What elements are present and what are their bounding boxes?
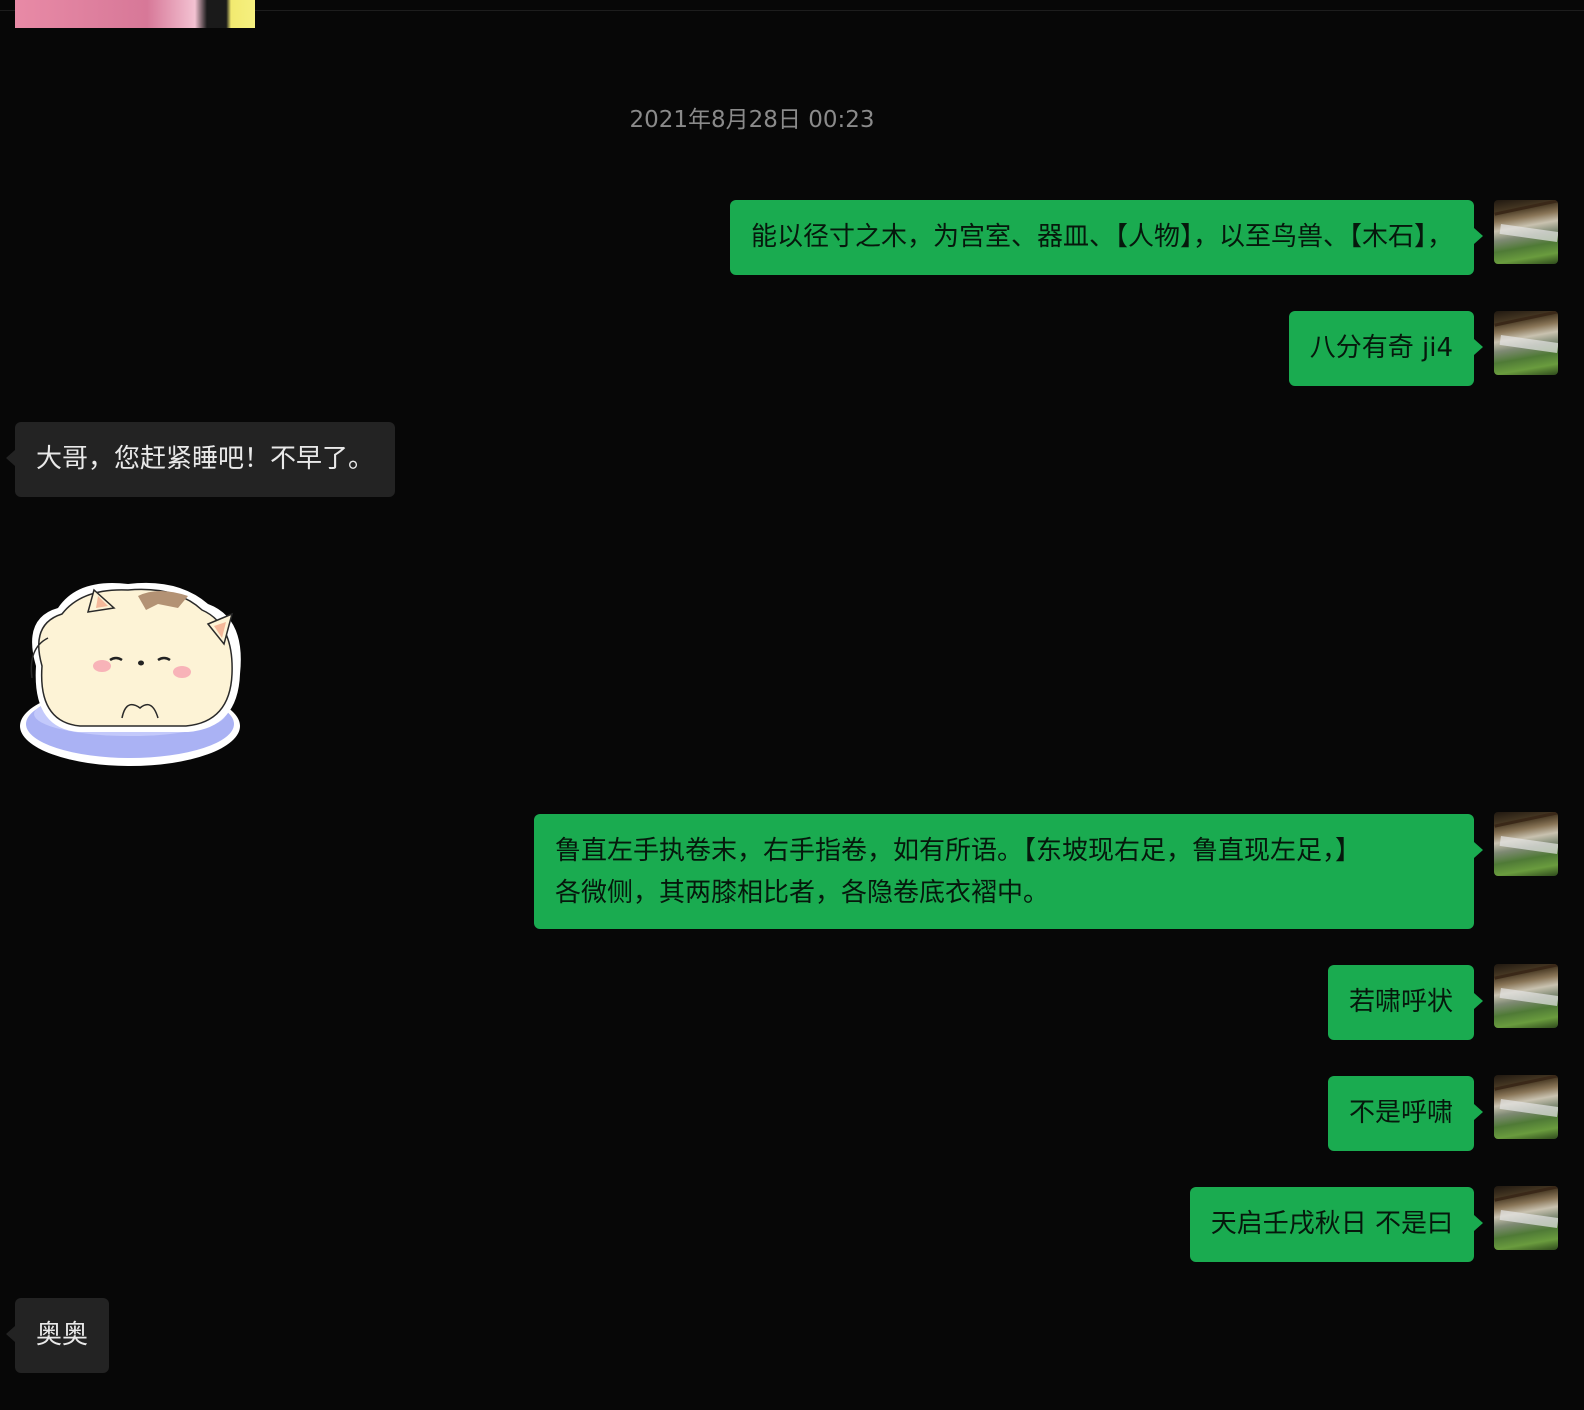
message-line: 各微侧，其两膝相比者，各隐卷底衣褶中。 [555, 878, 1050, 908]
message-line: 鲁直左手执卷末，右手指卷，如有所语。【东坡现右足，鲁直现左足，】 [555, 836, 1362, 866]
my-avatar[interactable] [1494, 200, 1558, 264]
incoming-message[interactable]: 大哥，您赶紧睡吧！不早了。 [5, 422, 396, 497]
outgoing-message[interactable]: 能以径寸之木，为宫室、器皿、【人物】，以至鸟兽、【木石】， [729, 200, 1484, 275]
my-avatar[interactable] [1494, 311, 1558, 375]
outgoing-message[interactable]: 若啸呼状 [1327, 965, 1484, 1040]
outgoing-message[interactable]: 不是呼啸 [1327, 1076, 1484, 1151]
image-message-partial[interactable] [15, 0, 255, 28]
cat-sticker[interactable] [18, 578, 246, 770]
outgoing-message[interactable]: 鲁直左手执卷末，右手指卷，如有所语。【东坡现右足，鲁直现左足，】 各微侧，其两膝… [534, 814, 1483, 929]
message-timestamp: 2021年8月28日 00:23 [629, 107, 875, 133]
outgoing-message[interactable]: 天启壬戌秋日 不是曰 [1189, 1187, 1484, 1262]
chat-window: 2021年8月28日 00:23 能以径寸之木，为宫室、器皿、【人物】，以至鸟兽… [0, 0, 1584, 1410]
outgoing-message[interactable]: 八分有奇 ji4 [1288, 311, 1484, 386]
my-avatar[interactable] [1494, 964, 1558, 1028]
my-avatar[interactable] [1494, 1075, 1558, 1139]
my-avatar[interactable] [1494, 1186, 1558, 1250]
incoming-message[interactable]: 奥奥 [5, 1298, 110, 1373]
my-avatar[interactable] [1494, 812, 1558, 876]
